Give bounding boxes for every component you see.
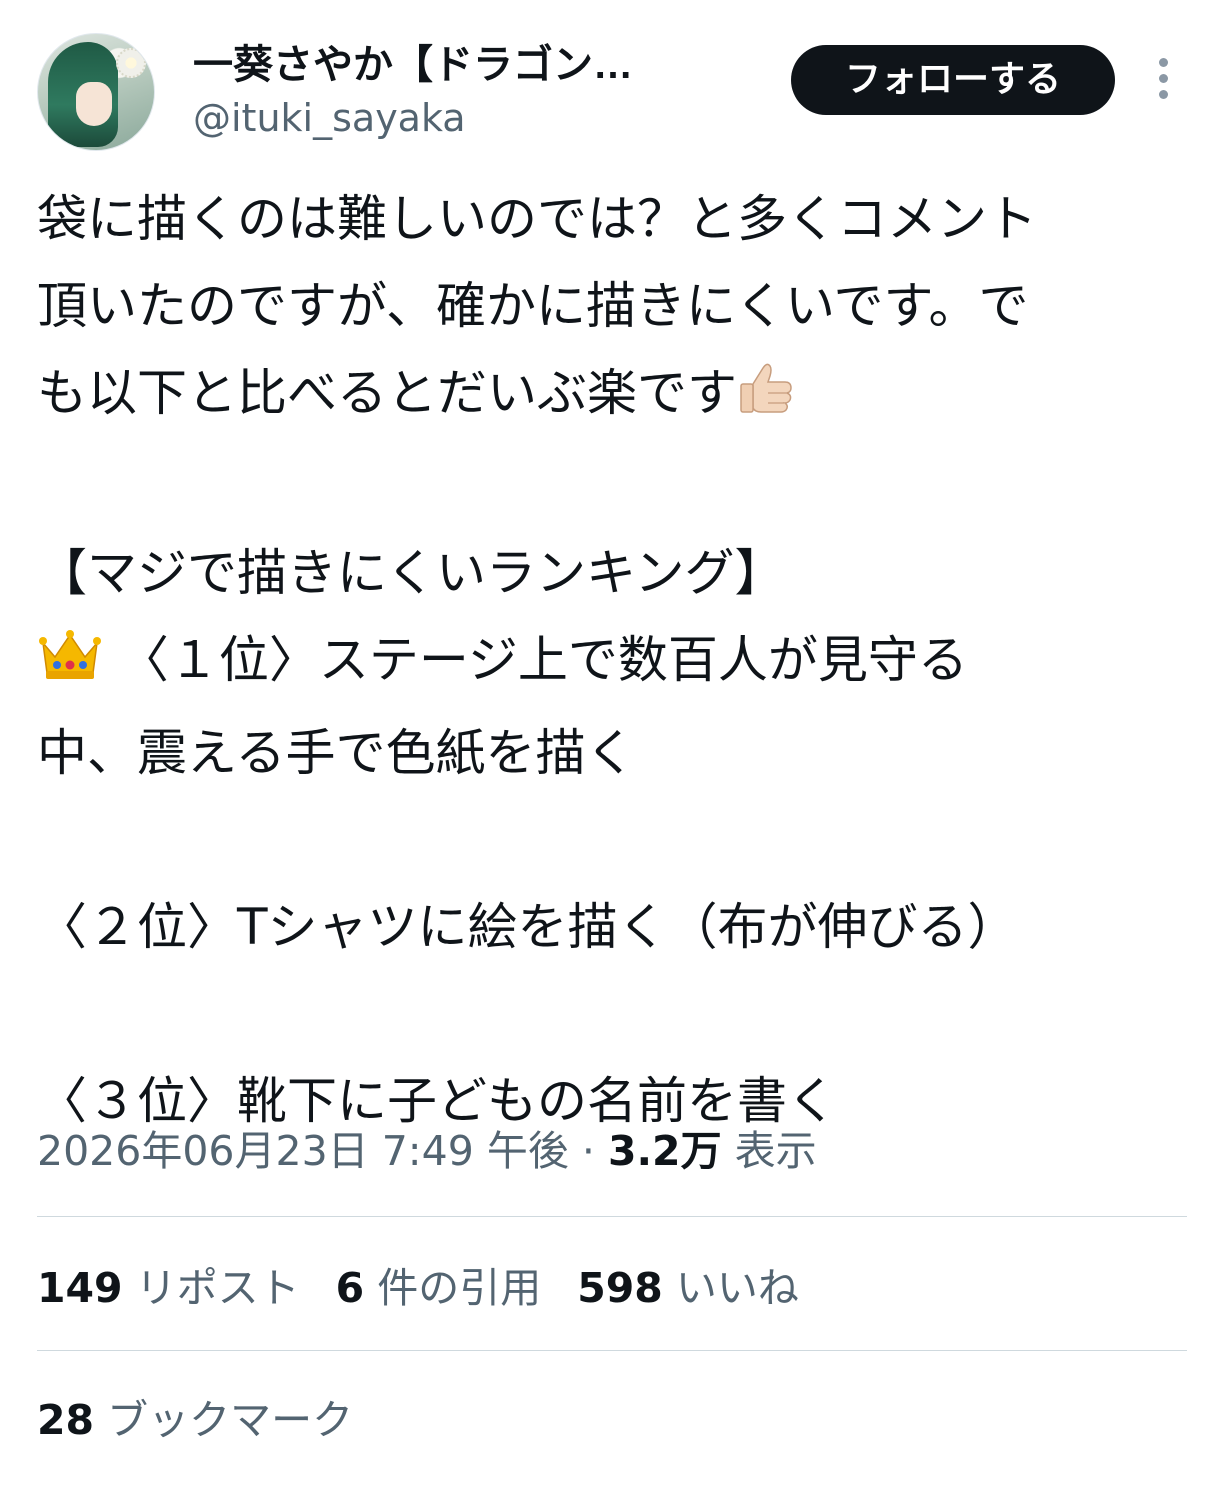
quotes-stat[interactable]: 6 件の引用 xyxy=(336,1258,542,1318)
tweet-line-text: 〈１位〉ステージ上で数百人が見守る xyxy=(118,631,968,689)
more-options-icon[interactable] xyxy=(1151,58,1175,102)
divider xyxy=(37,1216,1187,1217)
thumbs-up-emoji xyxy=(737,356,795,443)
reposts-label: リポスト xyxy=(135,1264,300,1312)
tweet-line: 〈１位〉ステージ上で数百人が見守る xyxy=(37,617,1187,710)
crown-emoji xyxy=(37,623,103,710)
tweet-text: 袋に描くのは難しいのでは？と多くコメント 頂いたのですが、確かに描きにくいです。… xyxy=(37,176,1187,1145)
follow-button[interactable]: フォローする xyxy=(791,45,1115,115)
likes-stat[interactable]: 598 いいね xyxy=(577,1258,799,1318)
likes-label: いいね xyxy=(675,1264,799,1312)
avatar[interactable] xyxy=(37,33,155,151)
views-label: 表示 xyxy=(734,1127,817,1175)
author-display-name[interactable]: 一葵さやか【ドラゴン… xyxy=(193,40,633,90)
likes-count: 598 xyxy=(577,1264,663,1312)
author-block: 一葵さやか【ドラゴン… @ituki_sayaka xyxy=(193,40,633,142)
tweet-detail: 一葵さやか【ドラゴン… @ituki_sayaka フォローする 袋に描くのは難… xyxy=(0,0,1224,1489)
tweet-line xyxy=(37,443,1187,530)
tweet-line xyxy=(37,971,1187,1058)
tweet-line xyxy=(37,797,1187,884)
engagement-stats: 149 リポスト 6 件の引用 598 いいね xyxy=(37,1258,835,1318)
tweet-line: 〈２位〉Tシャツに絵を描く（布が伸びる） xyxy=(37,898,1018,956)
divider xyxy=(37,1350,1187,1351)
reposts-count: 149 xyxy=(37,1264,123,1312)
quotes-label: 件の引用 xyxy=(377,1264,542,1312)
bookmarks-stat[interactable]: 28 ブックマーク xyxy=(37,1390,353,1450)
bookmarks-label: ブックマーク xyxy=(107,1396,354,1444)
tweet-meta: 2026年06月23日 7:49 午後 · 3.2万 表示 xyxy=(37,1121,817,1181)
author-handle[interactable]: @ituki_sayaka xyxy=(193,94,633,142)
quotes-count: 6 xyxy=(335,1264,365,1312)
tweet-line: 【マジで描きにくいランキング】 xyxy=(37,544,785,602)
tweet-header: 一葵さやか【ドラゴン… @ituki_sayaka フォローする xyxy=(37,30,1187,154)
tweet-line: も以下と比べるとだいぶ楽です xyxy=(37,350,1187,443)
reposts-stat[interactable]: 149 リポスト xyxy=(37,1258,300,1318)
views-count: 3.2万 xyxy=(607,1127,722,1175)
tweet-line: 袋に描くのは難しいのでは？と多くコメント xyxy=(37,190,1037,248)
avatar-face xyxy=(76,82,112,126)
timestamp[interactable]: 2026年06月23日 7:49 午後 xyxy=(37,1127,569,1175)
avatar-flower xyxy=(116,48,146,78)
bookmarks-count: 28 xyxy=(37,1396,95,1444)
tweet-line: 頂いたのですが、確かに描きにくいです。で xyxy=(37,277,1029,335)
tweet-line-text: も以下と比べるとだいぶ楽です xyxy=(37,364,737,422)
tweet-line: 中、震える手で色紙を描く xyxy=(37,724,636,782)
meta-separator: · xyxy=(568,1127,608,1175)
